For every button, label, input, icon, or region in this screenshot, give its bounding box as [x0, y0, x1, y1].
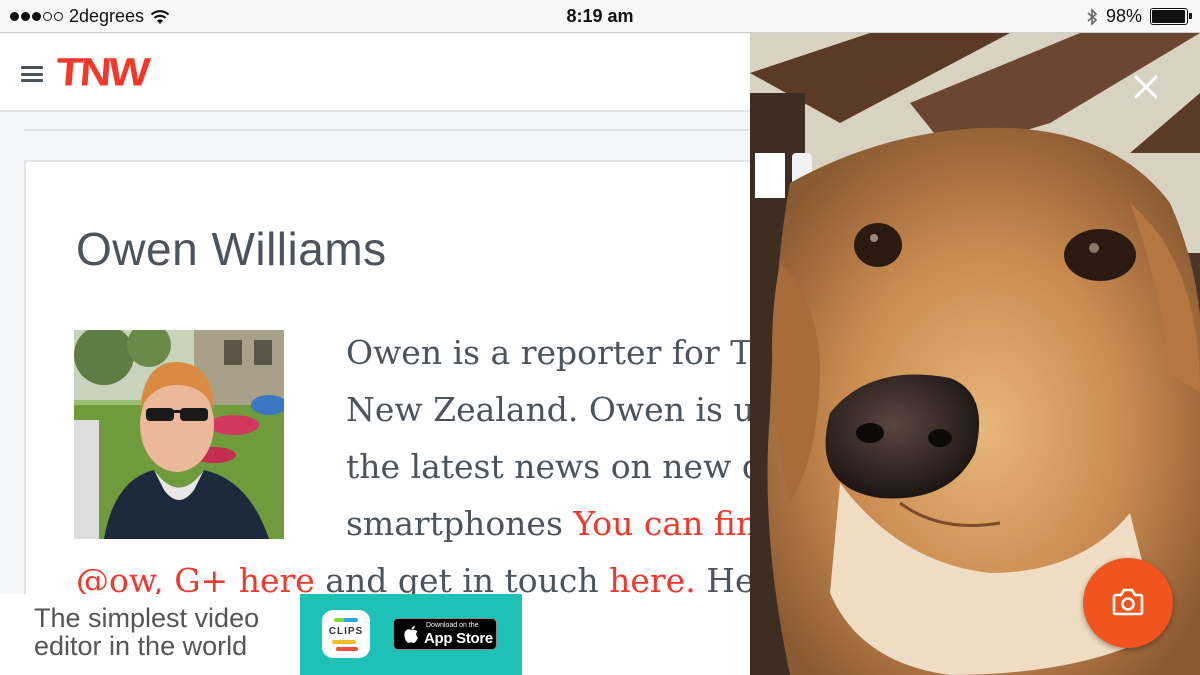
- clips-label: CLIPS: [328, 626, 364, 637]
- shutter-button[interactable]: [1083, 558, 1173, 648]
- ad-line-1: The simplest video: [34, 603, 260, 633]
- battery-icon: [1150, 8, 1192, 25]
- bluetooth-icon: [1087, 7, 1098, 26]
- bio-line-4: smartphones You can fin: [346, 504, 757, 543]
- hamburger-icon[interactable]: [21, 66, 43, 82]
- battery-percent: 98%: [1105, 6, 1142, 26]
- author-name: Owen Williams: [76, 223, 387, 275]
- tnw-logo[interactable]: TNW: [54, 51, 149, 96]
- status-time: 8:19 am: [566, 6, 634, 26]
- ad-line-2: editor in the world: [34, 631, 248, 661]
- bio-line-1: Owen is a reporter for Th: [346, 333, 774, 372]
- store-big-text: App Store: [424, 630, 493, 647]
- bio-text: smartphones: [346, 504, 574, 543]
- ad-text: The simplest video editor in the world: [0, 594, 300, 675]
- camera-icon: [1112, 588, 1144, 616]
- contact-link[interactable]: here.: [609, 561, 696, 600]
- apple-icon: [404, 626, 418, 643]
- status-right: 98%: [1086, 6, 1192, 27]
- status-bar: 2degrees 8:19 am 98%: [0, 0, 1200, 33]
- ad-banner[interactable]: The simplest video editor in the world C…: [0, 594, 522, 675]
- bio-line-3: the latest news on new d: [346, 447, 763, 486]
- close-icon[interactable]: [1131, 72, 1161, 102]
- app-store-badge[interactable]: Download on the App Store: [393, 618, 497, 650]
- store-small-text: Download on the: [426, 622, 479, 629]
- bio-link-find[interactable]: You can fin: [573, 504, 757, 543]
- author-photo: [74, 330, 284, 539]
- clips-app-icon[interactable]: CLIPS: [322, 610, 370, 658]
- ad-cta[interactable]: CLIPS Download on the App Store: [300, 594, 522, 675]
- bio-text-3: He: [695, 561, 755, 600]
- bio-line-2: New Zealand. Owen is u: [346, 390, 755, 429]
